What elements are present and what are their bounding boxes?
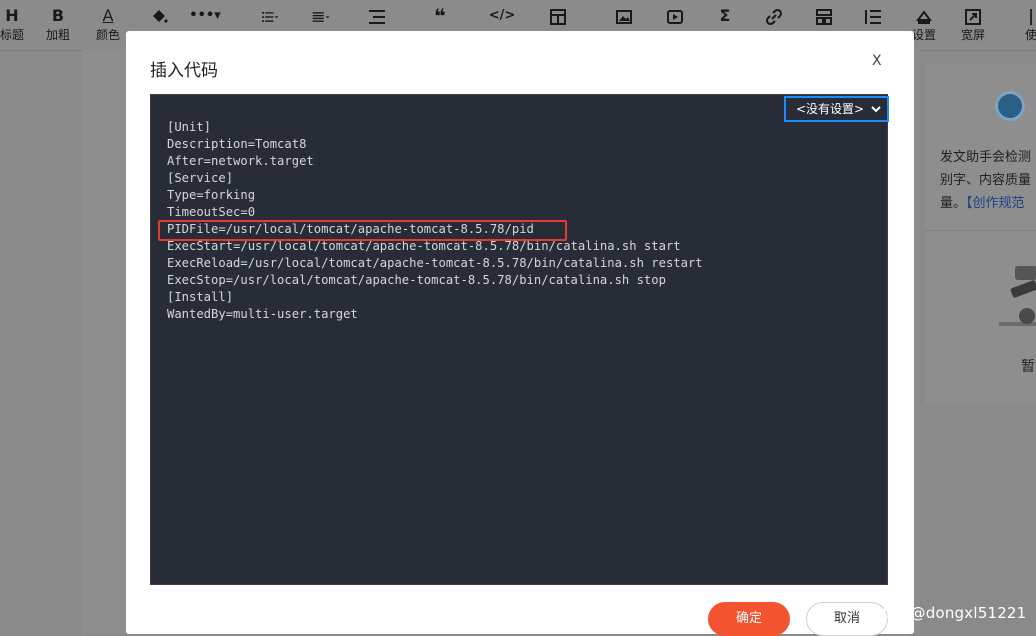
color-button[interactable]: A 颜色	[88, 4, 128, 48]
insert-code-dialog: 插入代码 X <没有设置> [Unit] Description=Tomcat8 A…	[126, 31, 914, 636]
code-line: WantedBy=multi-user.target	[167, 307, 358, 321]
widescreen-button[interactable]: 宽屏	[953, 4, 993, 48]
code-line: [Service]	[167, 171, 234, 185]
code-line: After=network.target	[167, 154, 314, 168]
code-line: TimeoutSec=0	[167, 205, 256, 219]
align-icon	[301, 4, 341, 28]
chevron-down-icon	[871, 98, 881, 121]
sigma-icon: Σ	[719, 6, 731, 25]
more-dots-icon: •••▾	[189, 8, 221, 23]
assistant-description: 发文助手会检测 别字、内容质量 量。【创作规范	[940, 146, 1036, 215]
code-line: ExecReload=/usr/local/tomcat/apache-tomc…	[167, 256, 703, 270]
code-line: ExecStop=/usr/local/tomcat/apache-tomcat…	[167, 273, 666, 287]
assistant-avatar	[995, 91, 1025, 121]
heading-button[interactable]: H 标题	[0, 4, 32, 48]
code-line: [Install]	[167, 290, 234, 304]
confirm-button[interactable]: 确定	[708, 602, 790, 636]
dialog-title: 插入代码	[150, 61, 218, 81]
more-label: 使	[1024, 28, 1036, 42]
watermark: CSDN @dongxl51221	[862, 604, 1027, 622]
bold-button[interactable]: B 加粗	[38, 4, 78, 48]
numbered-list-icon	[853, 4, 893, 28]
text-color-icon: A	[102, 6, 114, 25]
empty-state-illustration	[997, 260, 1036, 340]
bulleted-list-icon	[250, 4, 290, 28]
paint-bucket-icon	[139, 4, 179, 28]
image-icon	[604, 4, 644, 28]
bold-icon: B	[51, 6, 65, 25]
table-icon	[538, 4, 578, 28]
creation-guidelines-link[interactable]: 【创作规范	[966, 196, 1025, 211]
code-line: [Unit]	[167, 120, 212, 134]
widescreen-label: 宽屏	[960, 28, 985, 42]
bold-label: 加粗	[45, 28, 70, 42]
panel-divider	[925, 230, 1036, 231]
link-icon	[754, 4, 794, 28]
writing-assistant-panel: 发文助手会检测 别字、内容质量 量。【创作规范 暂	[925, 64, 1036, 404]
separator-icon: |	[1028, 6, 1034, 25]
assistant-line-1: 发文助手会检测	[940, 150, 1032, 165]
close-button[interactable]: X	[872, 53, 882, 69]
color-label: 颜色	[95, 28, 120, 42]
code-line: Description=Tomcat8	[167, 137, 307, 151]
language-select[interactable]: <没有设置>	[784, 96, 889, 122]
heading-label: 标题	[0, 28, 24, 42]
highlight-annotation-box	[158, 220, 567, 241]
empty-state-caption: 暂	[1021, 359, 1035, 375]
video-icon	[655, 4, 695, 28]
assistant-line-3: 量。	[940, 196, 967, 211]
language-select-value: <没有设置>	[796, 102, 865, 116]
indent-icon	[357, 4, 397, 28]
quote-icon: ❝	[434, 4, 446, 28]
code-line: Type=forking	[167, 188, 256, 202]
assistant-line-2: 别字、内容质量	[940, 173, 1032, 188]
settings-icon	[904, 4, 944, 28]
expand-icon	[953, 4, 993, 28]
template-icon	[804, 4, 844, 28]
code-editor[interactable]: <没有设置> [Unit] Description=Tomcat8 After=ne…	[150, 94, 889, 585]
code-icon: </>	[488, 8, 516, 23]
heading-icon: H	[5, 6, 19, 25]
more-button[interactable]: | 使	[1016, 4, 1036, 48]
